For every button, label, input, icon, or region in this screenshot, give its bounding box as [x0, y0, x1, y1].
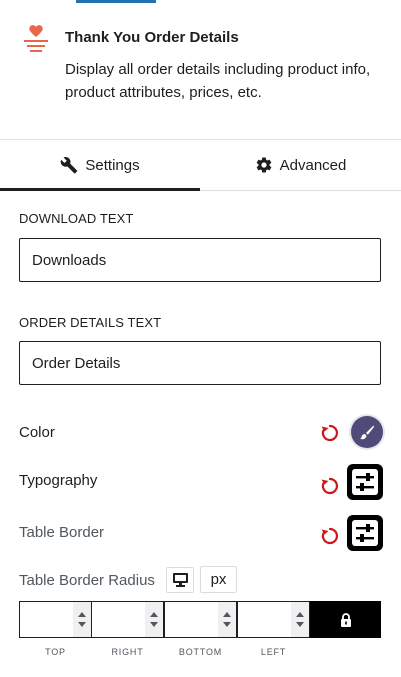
unit-select-button[interactable]: px [200, 566, 237, 593]
radius-right-label: RIGHT [111, 647, 144, 657]
radius-right-input[interactable] [92, 602, 144, 637]
radius-right-field [91, 601, 164, 638]
table-border-label: Table Border [19, 524, 105, 541]
stepper-up-icon[interactable] [150, 612, 158, 617]
sliders-icon [352, 469, 378, 495]
radius-left-label: LEFT [260, 647, 287, 657]
sliders-icon [352, 520, 378, 546]
radius-bottom-label: BOTTOM [178, 647, 223, 657]
lock-icon [340, 612, 351, 627]
color-control: Color [19, 415, 383, 451]
device-toggle-button[interactable] [166, 567, 194, 593]
stepper-up-icon[interactable] [296, 612, 304, 617]
radius-left-stepper [291, 602, 309, 637]
link-values-button[interactable] [310, 601, 381, 638]
paintbrush-icon [360, 425, 374, 440]
radius-top-label: TOP [45, 647, 66, 657]
radius-top-stepper [73, 602, 91, 637]
radius-right-stepper [145, 602, 163, 637]
reset-icon[interactable] [320, 476, 340, 496]
wrench-icon [61, 157, 78, 174]
table-border-control: Table Border [19, 515, 383, 551]
border-radius-inputs [19, 601, 381, 638]
download-text-input[interactable] [19, 238, 381, 282]
inspector-tabs: Settings Advanced [0, 140, 401, 191]
radius-bottom-input[interactable] [165, 602, 217, 637]
typography-control: Typography [19, 464, 383, 500]
thank-you-heart-icon [24, 25, 48, 52]
tab-settings-label: Settings [85, 156, 140, 174]
block-card: Thank You Order Details Display all orde… [0, 0, 401, 140]
reset-icon[interactable] [320, 423, 340, 443]
tab-advanced-label: Advanced [279, 156, 347, 174]
stepper-up-icon[interactable] [223, 612, 231, 617]
color-picker-button[interactable] [351, 416, 383, 448]
radius-bottom-field [164, 601, 237, 638]
gear-icon [256, 157, 271, 173]
table-border-settings-button[interactable] [347, 515, 383, 551]
block-title: Thank You Order Details [65, 29, 239, 46]
stepper-down-icon[interactable] [223, 622, 231, 627]
radius-top-input[interactable] [20, 602, 72, 637]
stepper-down-icon[interactable] [296, 622, 304, 627]
tab-advanced[interactable]: Advanced [200, 140, 401, 190]
tab-settings[interactable]: Settings [0, 140, 200, 191]
radius-left-field [237, 601, 310, 638]
stepper-up-icon[interactable] [78, 612, 86, 617]
typography-settings-button[interactable] [347, 464, 383, 500]
color-label: Color [19, 424, 55, 441]
desktop-icon [172, 573, 188, 587]
radius-left-input[interactable] [238, 602, 290, 637]
download-text-label: DOWNLOAD TEXT [19, 211, 134, 226]
order-details-text-label: ORDER DETAILS TEXT [19, 315, 162, 330]
reset-icon[interactable] [320, 526, 340, 546]
order-details-text-input[interactable] [19, 341, 381, 385]
typography-label: Typography [19, 472, 98, 489]
table-border-radius-label: Table Border Radius [19, 572, 155, 589]
block-description: Display all order details including prod… [65, 61, 371, 101]
radius-top-field [19, 601, 92, 638]
stepper-down-icon[interactable] [150, 622, 158, 627]
radius-bottom-stepper [218, 602, 236, 637]
stepper-down-icon[interactable] [78, 622, 86, 627]
